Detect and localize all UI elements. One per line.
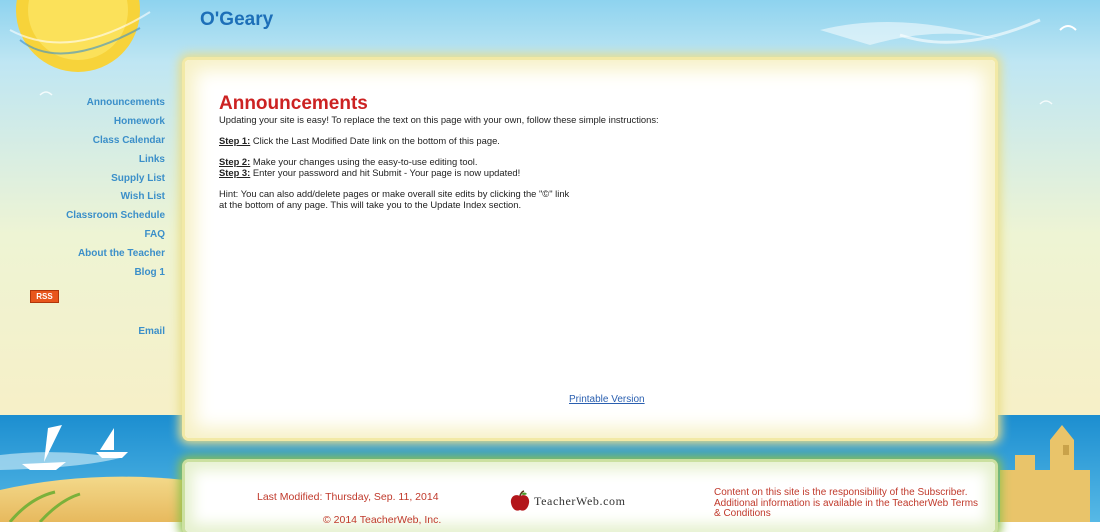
last-modified-link[interactable]: Last Modified: Thursday, Sep. 11, 2014 bbox=[257, 491, 439, 503]
step-1-label: Step 1: bbox=[219, 135, 251, 146]
step-3-label: Step 3: bbox=[219, 167, 251, 178]
site-title: O'Geary bbox=[200, 9, 274, 30]
step-3-text: Enter your password and hit Submit - You… bbox=[252, 167, 521, 178]
nav-supply-list[interactable]: Supply List bbox=[0, 170, 165, 189]
nav-wish-list[interactable]: Wish List bbox=[0, 188, 165, 207]
step-1-text: Click the Last Modified Date link on the… bbox=[252, 135, 500, 146]
hint-line-2: at the bottom of any page. This will tak… bbox=[219, 199, 522, 210]
announcements-content: Announcements Updating your site is easy… bbox=[219, 93, 959, 211]
logo-text: TeacherWeb.com bbox=[534, 493, 626, 508]
step-2: Step 2: Make your changes using the easy… bbox=[219, 156, 959, 167]
step-2-text: Make your changes using the easy-to-use … bbox=[252, 156, 478, 167]
rss-button[interactable]: RSS bbox=[30, 290, 59, 303]
nav-about-the-teacher[interactable]: About the Teacher bbox=[0, 245, 165, 264]
nav-class-calendar[interactable]: Class Calendar bbox=[0, 132, 165, 151]
step-1: Step 1: Click the Last Modified Date lin… bbox=[219, 135, 959, 146]
copyright-link[interactable]: © 2014 TeacherWeb, Inc. bbox=[323, 514, 441, 526]
main-content-panel: Announcements Updating your site is easy… bbox=[185, 60, 995, 438]
email-link[interactable]: Email bbox=[0, 326, 165, 337]
terms-notice: Content on this site is the responsibili… bbox=[714, 487, 979, 519]
apple-icon bbox=[510, 490, 530, 511]
nav-blog-1[interactable]: Blog 1 bbox=[0, 264, 165, 283]
printable-version-link[interactable]: Printable Version bbox=[569, 394, 645, 405]
nav-faq[interactable]: FAQ bbox=[0, 226, 165, 245]
teacherweb-logo[interactable]: TeacherWeb.com bbox=[510, 490, 626, 512]
nav-announcements[interactable]: Announcements bbox=[0, 94, 165, 113]
sidebar-nav: Announcements Homework Class Calendar Li… bbox=[0, 94, 165, 283]
nav-classroom-schedule[interactable]: Classroom Schedule bbox=[0, 207, 165, 226]
hint-line-1: Hint: You can also add/delete pages or m… bbox=[219, 188, 570, 199]
nav-links[interactable]: Links bbox=[0, 151, 165, 170]
nav-homework[interactable]: Homework bbox=[0, 113, 165, 132]
intro-text: Updating your site is easy! To replace t… bbox=[219, 114, 659, 125]
step-2-label: Step 2: bbox=[219, 156, 251, 167]
page-heading: Announcements bbox=[219, 93, 368, 114]
step-3: Step 3: Enter your password and hit Subm… bbox=[219, 167, 959, 178]
